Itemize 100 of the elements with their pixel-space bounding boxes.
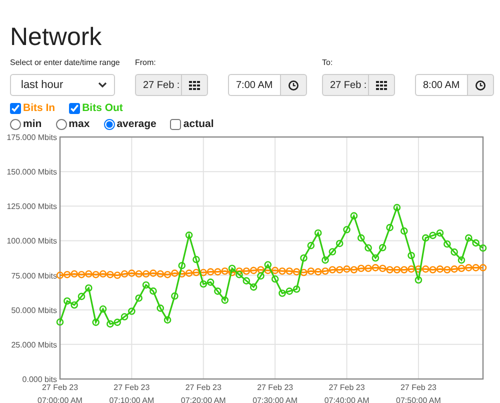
grid-icon [189,80,200,90]
point [300,254,308,262]
time-field[interactable]: 7:00 AM [228,74,280,96]
point [300,268,308,276]
y-tick-label: 175.000 Mbits [6,133,57,142]
point [228,264,236,272]
point [364,244,372,252]
clock-icon [288,80,299,90]
point [414,276,422,284]
point [70,301,78,309]
page-title: Network [9,22,103,52]
mode-radio[interactable] [10,118,21,130]
point [228,268,236,276]
point [156,270,164,278]
point [178,270,186,278]
point [185,270,193,277]
point [64,297,71,305]
clock-button[interactable] [467,74,494,96]
point [286,288,294,295]
point [444,240,451,248]
y-tick-label: 125.000 Mbits [6,202,57,212]
point [264,261,272,268]
point [192,268,200,276]
point [278,267,286,275]
point [99,270,107,278]
point [357,234,365,242]
point [343,226,350,234]
mode-checkbox[interactable] [170,118,182,130]
series-checkbox[interactable] [69,102,80,114]
calendar-button[interactable] [368,74,395,96]
point [479,264,487,272]
point [164,316,172,324]
point [458,264,466,272]
mode-radio[interactable] [56,118,67,130]
point [142,270,150,278]
clock-icon [475,80,486,90]
point [343,265,350,273]
point [185,232,193,239]
point [164,270,172,278]
point [386,266,394,274]
point [92,318,100,326]
point [479,244,487,252]
point [114,272,122,279]
point [314,229,322,237]
point [436,265,444,273]
point [171,292,178,300]
point [328,248,336,256]
point [78,270,86,278]
point [156,304,164,312]
mode-radio[interactable] [104,118,115,130]
date-field[interactable]: 27 Feb : [135,74,181,96]
y-tick-label: 150.000 Mbits [6,168,57,177]
point [150,287,157,295]
point [85,284,92,292]
to-label: To: [322,57,334,69]
series-label: Bits In [23,102,56,114]
point [350,266,358,274]
point [70,270,78,278]
series-checkbox[interactable] [10,102,21,114]
y-tick-label: 50.000 Mbits [11,306,57,315]
point [271,266,279,274]
point [120,313,128,320]
point [372,254,380,262]
mode-label: max [68,118,90,130]
point [393,204,401,212]
point [214,288,222,295]
point [278,290,286,297]
x-tick-label: 27 Feb 23 07:10:00 AM [109,383,154,403]
point [200,280,208,288]
point [314,268,322,276]
point [472,264,480,272]
point [171,270,178,277]
range-select[interactable]: last hour [10,74,115,96]
time-field[interactable]: 8:00 AM [415,74,467,96]
point [150,270,157,277]
point [307,242,315,250]
from-label: From: [135,57,157,69]
point [450,265,458,273]
point [328,266,336,274]
point [250,283,258,291]
point [472,239,480,247]
point [250,266,258,274]
point [429,232,436,240]
x-tick-label: 27 Feb 23 07:00:00 AM [38,383,82,403]
clock-button[interactable] [280,74,307,96]
point [106,270,114,278]
point [206,268,214,276]
date-field[interactable]: 27 Feb : [322,74,368,96]
calendar-button[interactable] [181,74,208,96]
mode-label: min [23,118,42,130]
x-tick-label: 27 Feb 23 07:30:00 AM [252,383,298,403]
mode-label: actual [183,118,214,130]
point [242,277,250,284]
point [142,281,150,289]
x-tick-label: 27 Feb 23 07:20:00 AM [180,383,226,403]
point [135,294,143,302]
point [64,270,71,278]
point [257,272,264,280]
point [200,268,208,276]
point [206,278,214,286]
